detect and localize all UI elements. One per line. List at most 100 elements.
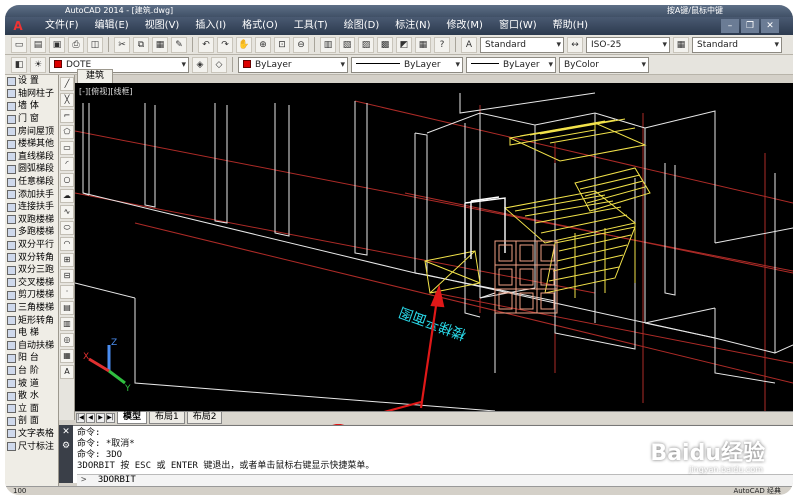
- menu-item[interactable]: 工具(T): [286, 17, 336, 35]
- palette-item[interactable]: 立 面: [5, 402, 58, 415]
- multiline-text-icon[interactable]: A: [60, 365, 74, 379]
- tab-layout1[interactable]: 布局1: [149, 412, 185, 424]
- restore-icon[interactable]: ❐: [741, 19, 759, 33]
- lineweight-select[interactable]: ByLayer: [466, 56, 556, 73]
- palette-item[interactable]: 设 置: [5, 75, 58, 88]
- palette-item[interactable]: 圆弧梯段: [5, 163, 58, 176]
- cut-icon[interactable]: ✂: [114, 36, 130, 53]
- make-current-icon[interactable]: ◈: [192, 56, 208, 73]
- rectangle-icon[interactable]: ▭: [60, 141, 74, 155]
- palette-item[interactable]: 交叉楼梯: [5, 277, 58, 290]
- palette-item[interactable]: 双分转角: [5, 251, 58, 264]
- pan-icon[interactable]: ✋: [236, 36, 252, 53]
- close-icon[interactable]: ✕: [761, 19, 779, 33]
- palette-item[interactable]: 自动扶梯: [5, 339, 58, 352]
- region-icon[interactable]: ◎: [60, 333, 74, 347]
- markup-icon[interactable]: ◩: [396, 36, 412, 53]
- palette-item[interactable]: 双跑楼梯: [5, 214, 58, 227]
- close-command-icon[interactable]: ✕: [59, 425, 73, 439]
- workspace-label[interactable]: AutoCAD 经典: [733, 487, 781, 495]
- drawing-canvas[interactable]: 楼梯平面图 Z X Y [-][俯视][线框]: [75, 83, 793, 411]
- command-window-handle[interactable]: ✕ ⚙: [59, 425, 73, 483]
- point-icon[interactable]: ·: [60, 285, 74, 299]
- polygon-icon[interactable]: ⬠: [60, 125, 74, 139]
- layer-manager-icon[interactable]: ◧: [11, 56, 27, 73]
- preview-icon[interactable]: ◫: [87, 36, 103, 53]
- palette-item[interactable]: 墙 体: [5, 100, 58, 113]
- palette-item[interactable]: 剪刀楼梯: [5, 289, 58, 302]
- menu-item[interactable]: 插入(I): [187, 17, 234, 35]
- palette-item[interactable]: 剖 面: [5, 415, 58, 428]
- menu-item[interactable]: 文件(F): [37, 17, 87, 35]
- insert-block-icon[interactable]: ⊞: [60, 253, 74, 267]
- palette-item[interactable]: 尺寸标注: [5, 440, 58, 453]
- viewport-controls-label[interactable]: [-][俯视][线框]: [79, 86, 133, 97]
- arc-icon[interactable]: ◜: [60, 157, 74, 171]
- text-style-icon[interactable]: A: [461, 36, 477, 53]
- help-icon[interactable]: ?: [434, 36, 450, 53]
- new-file-icon[interactable]: ▭: [11, 36, 27, 53]
- open-file-icon[interactable]: ▤: [30, 36, 46, 53]
- line-icon[interactable]: ╱: [60, 77, 74, 91]
- circle-icon[interactable]: ○: [60, 173, 74, 187]
- layer-previous-icon[interactable]: ◇: [211, 56, 227, 73]
- menu-item[interactable]: 格式(O): [234, 17, 286, 35]
- table-style-select[interactable]: Standard: [692, 36, 782, 53]
- print-icon[interactable]: ⎙: [68, 36, 84, 53]
- tool-palettes-icon[interactable]: ▨: [358, 36, 374, 53]
- palette-item[interactable]: 多跑楼梯: [5, 226, 58, 239]
- first-tab-icon[interactable]: |◀: [76, 413, 85, 423]
- construction-line-icon[interactable]: ╳: [60, 93, 74, 107]
- ellipse-icon[interactable]: ⬭: [60, 221, 74, 235]
- palette-item[interactable]: 直线梯段: [5, 151, 58, 164]
- prev-tab-icon[interactable]: ◀: [86, 413, 95, 423]
- menu-item[interactable]: 修改(M): [439, 17, 491, 35]
- palette-item[interactable]: 房间屋顶: [5, 125, 58, 138]
- palette-item[interactable]: 门 窗: [5, 113, 58, 126]
- layer-select[interactable]: DOTE: [49, 56, 189, 73]
- palette-item[interactable]: 添加扶手: [5, 188, 58, 201]
- palette-item[interactable]: 台 阶: [5, 365, 58, 378]
- tab-model[interactable]: 模型: [117, 412, 148, 424]
- dim-style-icon[interactable]: ↔: [567, 36, 583, 53]
- menu-item[interactable]: 标注(N): [387, 17, 438, 35]
- settings-command-icon[interactable]: ⚙: [59, 439, 73, 453]
- palette-item[interactable]: 阳 台: [5, 352, 58, 365]
- palette-item[interactable]: 连接扶手: [5, 201, 58, 214]
- palette-item[interactable]: 电 梯: [5, 327, 58, 340]
- text-style-select[interactable]: Standard: [480, 36, 564, 53]
- drawing-tab[interactable]: 建筑: [77, 69, 114, 83]
- calculator-icon[interactable]: ▦: [415, 36, 431, 53]
- palette-item[interactable]: 楼梯其他: [5, 138, 58, 151]
- zoom-previous-icon[interactable]: ⊖: [293, 36, 309, 53]
- palette-item[interactable]: 双分三跑: [5, 264, 58, 277]
- table-icon[interactable]: ▦: [60, 349, 74, 363]
- paste-icon[interactable]: ▦: [152, 36, 168, 53]
- menu-item[interactable]: 编辑(E): [87, 17, 137, 35]
- tab-layout2[interactable]: 布局2: [186, 412, 223, 424]
- palette-item[interactable]: 散 水: [5, 390, 58, 403]
- redo-icon[interactable]: ↷: [217, 36, 233, 53]
- match-properties-icon[interactable]: ✎: [171, 36, 187, 53]
- make-block-icon[interactable]: ⊟: [60, 269, 74, 283]
- sheet-set-icon[interactable]: ▩: [377, 36, 393, 53]
- design-center-icon[interactable]: ▧: [339, 36, 355, 53]
- palette-item[interactable]: 轴网柱子: [5, 88, 58, 101]
- minimize-icon[interactable]: –: [721, 19, 739, 33]
- next-tab-icon[interactable]: ▶: [96, 413, 105, 423]
- hatch-icon[interactable]: ▤: [60, 301, 74, 315]
- last-tab-icon[interactable]: ▶|: [106, 413, 115, 423]
- save-icon[interactable]: ▣: [49, 36, 65, 53]
- palette-item[interactable]: 三角楼梯: [5, 302, 58, 315]
- menu-item[interactable]: 窗口(W): [491, 17, 545, 35]
- menu-item[interactable]: 视图(V): [137, 17, 188, 35]
- bulb-icon[interactable]: ☀: [30, 56, 46, 73]
- properties-icon[interactable]: ▥: [320, 36, 336, 53]
- menu-item[interactable]: 绘图(D): [336, 17, 388, 35]
- menu-item[interactable]: 帮助(H): [545, 17, 596, 35]
- palette-item[interactable]: 文字表格: [5, 428, 58, 441]
- revision-cloud-icon[interactable]: ☁: [60, 189, 74, 203]
- zoom-window-icon[interactable]: ⊡: [274, 36, 290, 53]
- command-input[interactable]: > 3DORBIT: [77, 474, 793, 486]
- palette-item[interactable]: 坡 道: [5, 377, 58, 390]
